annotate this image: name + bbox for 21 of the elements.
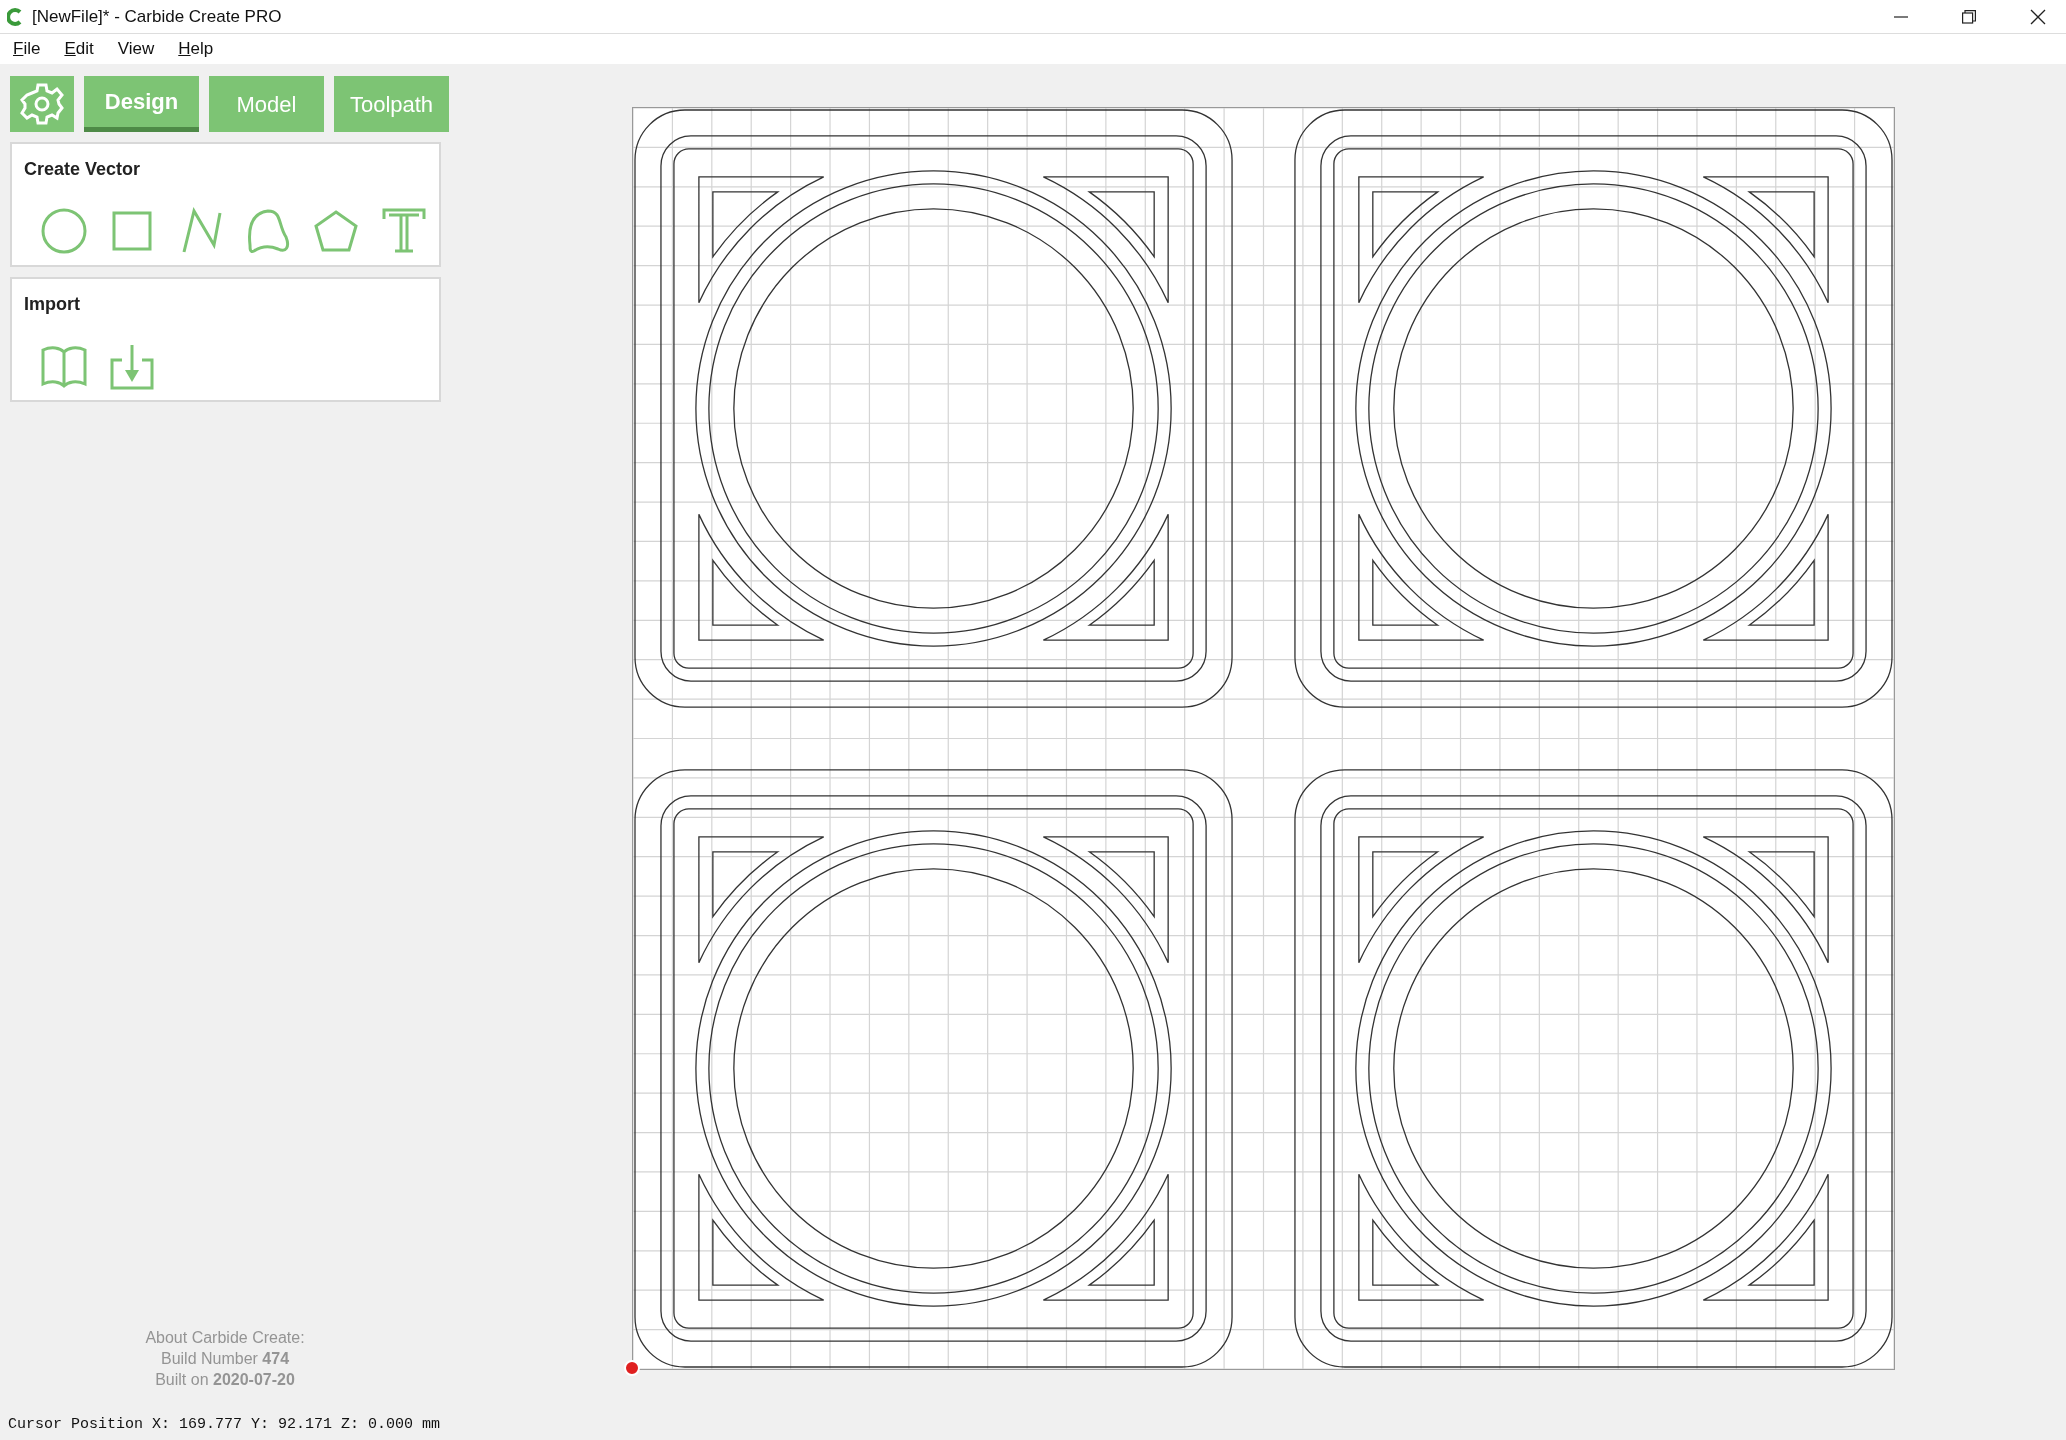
- about-text: Built on 2020-07-20: [155, 1370, 295, 1390]
- circle-tool-icon[interactable]: [40, 207, 88, 255]
- window-title: [NewFile]* - Carbide Create PRO: [32, 5, 282, 28]
- design-canvas[interactable]: [632, 107, 1895, 1370]
- menu-item[interactable]: Edit: [63, 36, 95, 62]
- menu-item[interactable]: View: [116, 36, 156, 62]
- menu-item[interactable]: Help: [177, 36, 215, 62]
- import-icon[interactable]: [108, 342, 156, 390]
- close-icon[interactable]: [2030, 8, 2046, 25]
- text-tool-icon[interactable]: [380, 207, 428, 255]
- cursor-position-status: Cursor Position X: 169.777 Y: 92.171 Z: 0.000 mm: [8, 1414, 441, 1435]
- about-text: About Carbide Create:: [145, 1328, 305, 1348]
- panel-title: Create Vector: [24, 158, 142, 181]
- origin-marker-icon: [624, 1360, 640, 1376]
- menu-item[interactable]: File: [12, 36, 42, 62]
- about-text: Build Number 474: [160, 1349, 290, 1369]
- app-logo-icon: [7, 7, 23, 26]
- panel-title: Import: [24, 293, 81, 316]
- settings-icon: [20, 82, 64, 126]
- settings-tab[interactable]: [10, 76, 74, 132]
- restore-icon[interactable]: [1962, 9, 1976, 24]
